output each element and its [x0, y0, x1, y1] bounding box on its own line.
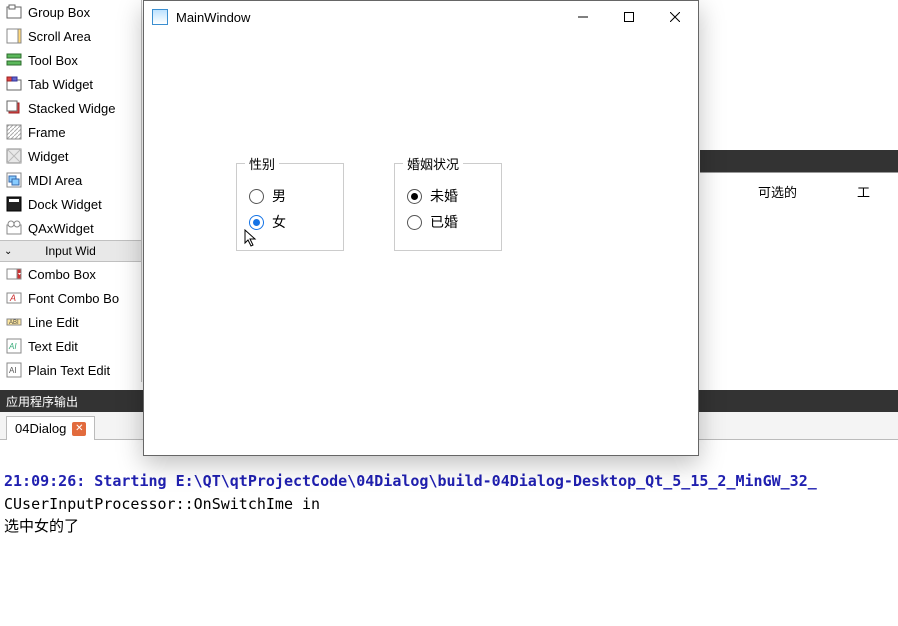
radio-label: 未婚	[430, 186, 458, 206]
chevron-down-icon: ⌄	[4, 246, 12, 257]
title-bar[interactable]: MainWindow	[144, 1, 698, 33]
palette-item-frame[interactable]: Frame	[0, 120, 141, 144]
palette-label: Frame	[28, 125, 66, 140]
palette-item-toolbox[interactable]: Tool Box	[0, 48, 141, 72]
palette-item-scrollarea[interactable]: Scroll Area	[0, 24, 141, 48]
palette-label: Scroll Area	[28, 29, 91, 44]
maximize-icon	[624, 12, 634, 22]
radio-male[interactable]: 男	[249, 186, 315, 206]
radio-bullet-icon	[407, 189, 422, 204]
radio-label: 女	[272, 212, 286, 232]
palette-label: Tab Widget	[28, 77, 93, 92]
lineedit-icon: ABI	[6, 314, 22, 330]
column-header-selectable[interactable]: 可选的	[758, 182, 797, 201]
toolbox-icon	[6, 52, 22, 68]
palette-section-label: Input Wid	[45, 244, 96, 258]
svg-text:ABI: ABI	[9, 320, 19, 326]
palette-label: MDI Area	[28, 173, 82, 188]
palette-item-textedit[interactable]: AI Text Edit	[0, 334, 141, 358]
fontcombobox-icon: A	[6, 290, 22, 306]
palette-label: Plain Text Edit	[28, 363, 110, 378]
radio-label: 已婚	[430, 212, 458, 232]
palette-item-mdiarea[interactable]: MDI Area	[0, 168, 141, 192]
frame-icon	[6, 124, 22, 140]
radio-bullet-icon	[407, 215, 422, 230]
widget-palette: Group Box Scroll Area Tool Box Tab Widge…	[0, 0, 142, 382]
palette-label: Widget	[28, 149, 68, 164]
right-toolbar: 可选的 工	[700, 172, 898, 210]
close-button[interactable]	[652, 1, 698, 33]
groupbox-marital-legend: 婚姻状况	[403, 154, 463, 173]
window-title: MainWindow	[176, 10, 250, 25]
stackedwidget-icon	[6, 100, 22, 116]
palette-section-input[interactable]: ⌄ Input Wid	[0, 240, 141, 262]
scrollarea-icon	[6, 28, 22, 44]
combobox-icon	[6, 266, 22, 282]
svg-text:AI: AI	[9, 366, 17, 375]
palette-item-tabwidget[interactable]: Tab Widget	[0, 72, 141, 96]
tabwidget-icon	[6, 76, 22, 92]
console-line-2: CUserInputProcessor::OnSwitchIme in	[4, 495, 320, 513]
radio-label: 男	[272, 186, 286, 206]
output-panel-title: 应用程序输出	[6, 393, 78, 410]
groupbox-gender-legend: 性别	[245, 154, 279, 173]
palette-item-qaxwidget[interactable]: QAxWidget	[0, 216, 141, 240]
app-icon	[152, 9, 168, 25]
palette-label: QAxWidget	[28, 221, 94, 236]
palette-item-dockwidget[interactable]: Dock Widget	[0, 192, 141, 216]
minimize-icon	[578, 12, 588, 22]
palette-item-combobox[interactable]: Combo Box	[0, 262, 141, 286]
console-output[interactable]: 21:09:26: Starting E:\QT\qtProjectCode\0…	[0, 440, 898, 626]
palette-label: Dock Widget	[28, 197, 102, 212]
close-icon[interactable]: ✕	[72, 422, 86, 436]
output-tab-04dialog[interactable]: 04Dialog ✕	[6, 416, 95, 440]
right-toolbar-dark: 可选的 工	[700, 150, 898, 210]
plaintextedit-icon: AI	[6, 362, 22, 378]
palette-label: Combo Box	[28, 267, 96, 282]
dockwidget-icon	[6, 196, 22, 212]
radio-female[interactable]: 女	[249, 212, 315, 232]
groupbox-icon	[6, 4, 22, 20]
palette-label: Tool Box	[28, 53, 78, 68]
palette-label: Stacked Widge	[28, 101, 115, 116]
console-line-1: 21:09:26: Starting E:\QT\qtProjectCode\0…	[4, 472, 817, 490]
close-icon	[670, 12, 680, 22]
palette-item-groupbox[interactable]: Group Box	[0, 0, 141, 24]
palette-item-stackedwidget[interactable]: Stacked Widge	[0, 96, 141, 120]
palette-label: Font Combo Bo	[28, 291, 119, 306]
palette-item-fontcombobox[interactable]: A Font Combo Bo	[0, 286, 141, 310]
radio-bullet-icon	[249, 189, 264, 204]
groupbox-marital: 婚姻状况 未婚 已婚	[394, 163, 502, 251]
app-window: MainWindow 性别 男 女 婚姻状况 未婚	[143, 0, 699, 456]
console-line-3: 选中女的了	[4, 517, 79, 535]
minimize-button[interactable]	[560, 1, 606, 33]
maximize-button[interactable]	[606, 1, 652, 33]
column-header-tool[interactable]: 工	[857, 182, 870, 201]
palette-item-plaintextedit[interactable]: AI Plain Text Edit	[0, 358, 141, 382]
widget-icon	[6, 148, 22, 164]
palette-label: Text Edit	[28, 339, 78, 354]
qaxwidget-icon	[6, 220, 22, 236]
window-client-area: 性别 男 女 婚姻状况 未婚 已婚	[144, 33, 698, 251]
mdiarea-icon	[6, 172, 22, 188]
svg-text:AI: AI	[8, 342, 17, 351]
radio-unmarried[interactable]: 未婚	[407, 186, 473, 206]
palette-label: Line Edit	[28, 315, 79, 330]
radio-bullet-icon	[249, 215, 264, 230]
textedit-icon: AI	[6, 338, 22, 354]
radio-married[interactable]: 已婚	[407, 212, 473, 232]
palette-item-widget[interactable]: Widget	[0, 144, 141, 168]
palette-label: Group Box	[28, 5, 90, 20]
groupbox-gender: 性别 男 女	[236, 163, 344, 251]
svg-text:A: A	[9, 293, 16, 303]
output-tab-label: 04Dialog	[15, 421, 66, 436]
palette-item-lineedit[interactable]: ABI Line Edit	[0, 310, 141, 334]
